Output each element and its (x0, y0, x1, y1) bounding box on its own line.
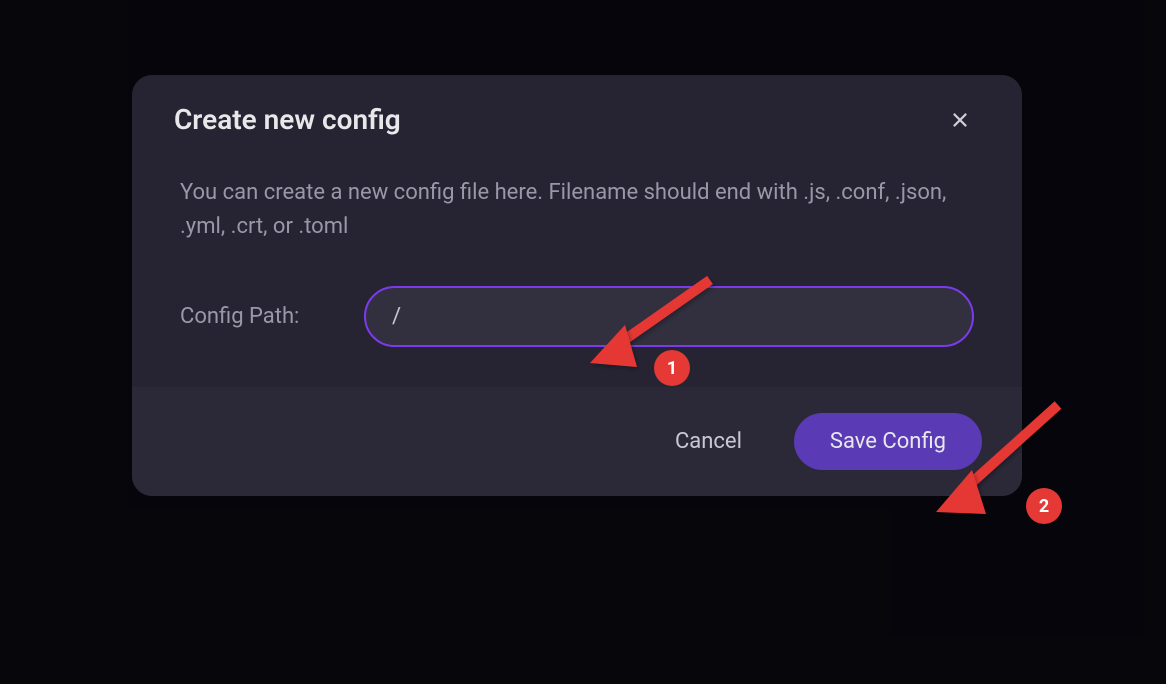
modal-description: You can create a new config file here. F… (180, 176, 974, 244)
modal-header: Create new config (132, 75, 1022, 156)
cancel-button[interactable]: Cancel (651, 415, 766, 468)
input-wrapper (364, 286, 974, 347)
config-path-input[interactable] (364, 286, 974, 347)
config-path-row: Config Path: (180, 286, 974, 347)
save-config-button[interactable]: Save Config (794, 413, 982, 470)
modal-body: You can create a new config file here. F… (132, 156, 1022, 387)
modal-footer: Cancel Save Config (132, 387, 1022, 496)
close-icon[interactable] (946, 106, 974, 134)
create-config-modal: Create new config You can create a new c… (132, 75, 1022, 496)
config-path-label: Config Path: (180, 304, 340, 329)
modal-title: Create new config (174, 103, 401, 136)
